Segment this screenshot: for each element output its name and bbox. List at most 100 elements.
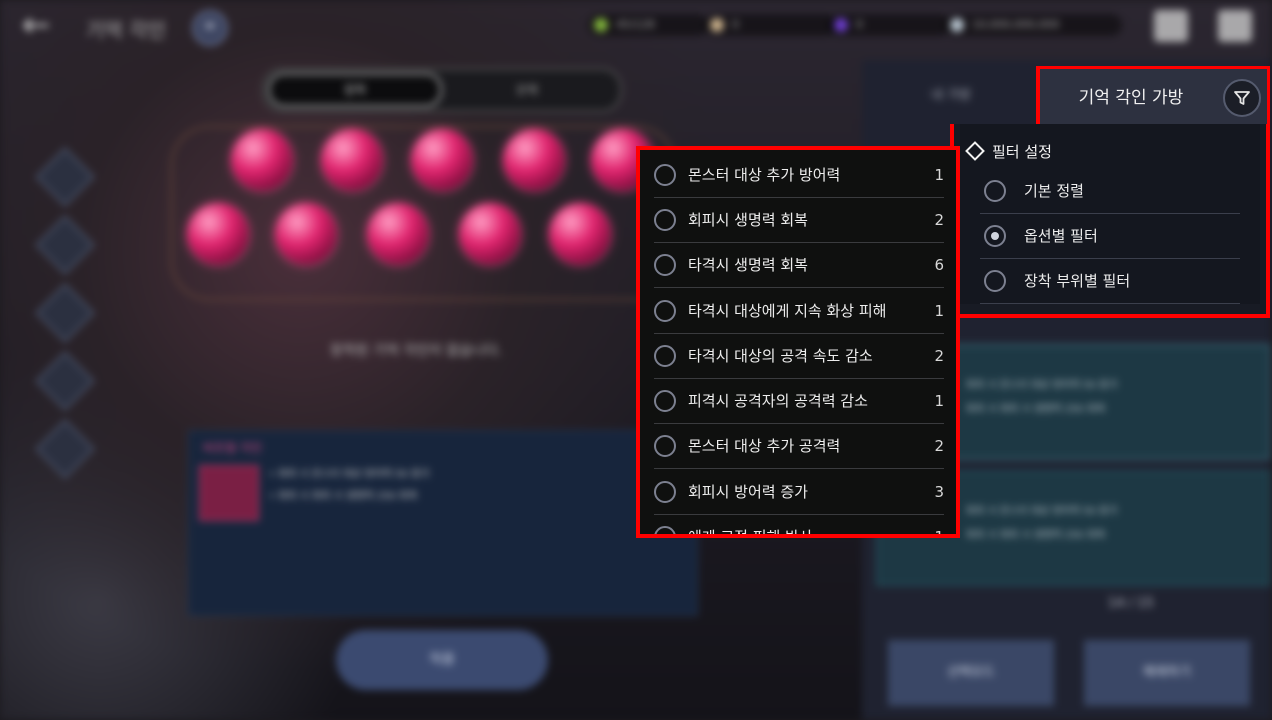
option-label: 타격시 대상의 공격 속도 감소	[688, 347, 873, 365]
radio-icon	[654, 344, 676, 367]
option-item[interactable]: 피격시 공격자의 공격력 감소 1	[654, 378, 944, 424]
option-count: 3	[934, 482, 944, 501]
preset-slot[interactable]	[35, 283, 95, 343]
engrave-slot[interactable]	[276, 204, 336, 264]
option-item[interactable]: 몬스터 대상 추가 방어력 1	[654, 152, 944, 198]
option-label: 몬스터 대상 추가 공격력	[688, 437, 841, 455]
tab-engrave-bag[interactable]: 기억 각인 가방	[1040, 66, 1270, 124]
radio-icon	[654, 253, 676, 276]
option-label: 회피시 생명력 회복	[688, 211, 808, 229]
resource-stamina: 45/128	[588, 14, 708, 36]
info-title: 버프형 각인	[203, 441, 263, 455]
option-item[interactable]: 회피시 생명력 회복 2	[654, 197, 944, 243]
option-item[interactable]: 에게 고정 피해 반사 1	[654, 514, 944, 538]
option-count: 1	[934, 165, 944, 184]
option-label: 타격시 대상에게 지속 화상 피해	[688, 302, 887, 320]
radio-icon	[984, 269, 1006, 292]
engrave-info-box: 버프형 각인 • 회피 시 몬스터 대상 방어력 50 증가 • 회피 시 회피…	[188, 430, 698, 616]
option-item[interactable]: 회피시 방어력 증가 3	[654, 469, 944, 515]
engrave-slot[interactable]	[232, 130, 292, 190]
preset-slot[interactable]	[35, 351, 95, 411]
filter-settings-title: 필터 설정	[992, 142, 1052, 161]
filter-option-label: 장착 부위별 필터	[1024, 272, 1131, 290]
radio-icon	[984, 179, 1006, 202]
tab-my-bag[interactable]: 내 가방	[866, 70, 1036, 122]
radio-icon	[654, 480, 676, 503]
option-item[interactable]: 몬스터 대상 추가 공격력 2	[654, 423, 944, 469]
filter-settings-panel: 필터 설정 기본 정렬 옵션별 필터 장착 부위별 필터	[960, 124, 1260, 304]
preset-slot[interactable]	[35, 147, 95, 207]
option-label: 타격시 생명력 회복	[688, 256, 808, 274]
option-label: 몬스터 대상 추가 방어력	[688, 166, 841, 184]
gem-icon	[834, 18, 848, 32]
engrave-slot[interactable]	[550, 204, 610, 264]
card-line: 회피 시 회피 시 생명력 250 회복	[966, 530, 1106, 541]
radio-icon	[654, 163, 676, 186]
tab-disassemble[interactable]: 분해	[442, 73, 612, 107]
release-button[interactable]: 해제하기	[1084, 640, 1250, 706]
radio-icon	[654, 434, 676, 457]
filter-option-by-slot[interactable]: 장착 부위별 필터	[980, 258, 1240, 304]
option-label: 에게 고정 피해 반사	[688, 528, 813, 538]
option-label: 피격시 공격자의 공격력 감소	[688, 392, 868, 410]
filter-option-label: 옵션별 필터	[1024, 227, 1098, 245]
option-count: 1	[934, 527, 944, 538]
preset-slot[interactable]	[35, 419, 95, 479]
radio-selected-icon	[984, 224, 1006, 247]
page-title: 기억 각인	[86, 18, 166, 42]
select-mode-button[interactable]: 선택모드	[888, 640, 1054, 706]
radio-icon	[654, 389, 676, 412]
filter-option-by-option[interactable]: 옵션별 필터	[980, 213, 1240, 259]
info-line: • 회피 시 회피 시 생명력 250 회복	[269, 491, 418, 502]
radio-icon	[654, 299, 676, 322]
engrave-slot[interactable]	[188, 204, 248, 264]
option-filter-list[interactable]: 몬스터 대상 추가 방어력 1 회피시 생명력 회복 2 타격시 생명력 회복 …	[636, 146, 960, 538]
option-count: 2	[934, 346, 944, 365]
radio-icon	[654, 208, 676, 231]
stamina-icon	[594, 18, 608, 32]
radio-icon	[654, 525, 676, 534]
material-icon	[710, 18, 724, 32]
engrave-slot[interactable]	[412, 130, 472, 190]
funnel-icon	[1234, 91, 1250, 105]
tab-switch: 장착 분해	[262, 68, 622, 112]
engrave-slot[interactable]	[322, 130, 382, 190]
option-item[interactable]: 타격시 생명력 회복 6	[654, 242, 944, 288]
inventory-icon[interactable]	[1154, 10, 1188, 42]
option-count: 2	[934, 210, 944, 229]
coin-icon	[950, 18, 964, 32]
filter-settings-header: 필터 설정	[965, 140, 1052, 162]
option-count: 6	[934, 255, 944, 274]
resource-material: 0	[704, 14, 836, 36]
apply-button[interactable]: 적용	[336, 630, 548, 690]
card-line: 회피 시 회피 시 생명력 250 회복	[966, 404, 1106, 415]
engrave-thumbnail	[199, 465, 259, 521]
option-item[interactable]: 타격시 대상의 공격 속도 감소 2	[654, 333, 944, 379]
engrave-slot[interactable]	[504, 130, 564, 190]
option-item[interactable]: 타격시 대상에게 지속 화상 피해 1	[654, 288, 944, 334]
preset-slot[interactable]	[35, 215, 95, 275]
info-line: • 회피 시 몬스터 대상 방어력 50 증가	[269, 469, 430, 480]
card-line: 회피 시 몬스터 대상 방어력 50 증가	[966, 380, 1118, 391]
card-line: 회피 시 몬스터 대상 방어력 50 증가	[966, 506, 1118, 517]
option-count: 1	[934, 391, 944, 410]
option-count: 1	[934, 301, 944, 320]
filter-option-default[interactable]: 기본 정렬	[980, 168, 1240, 214]
engrave-slot[interactable]	[368, 204, 428, 264]
exit-icon[interactable]	[1218, 10, 1252, 42]
empty-message: 장착된 기억 각인이 없습니다.	[330, 343, 503, 359]
tab-equip[interactable]: 장착	[268, 73, 442, 107]
title-badge: M	[192, 10, 228, 46]
resource-gem: 0	[828, 14, 950, 36]
tab-engrave-bag-label: 기억 각인 가방	[1078, 88, 1184, 108]
diamond-icon	[965, 141, 985, 161]
filter-settings-dropdown: 필터 설정 기본 정렬 옵션별 필터 장착 부위별 필터	[950, 66, 1270, 318]
preset-column	[35, 147, 95, 479]
resource-currency: 10,000,000,000	[944, 14, 1122, 36]
filter-option-label: 기본 정렬	[1024, 182, 1084, 200]
back-arrow-icon[interactable]: ←	[22, 8, 62, 42]
option-label: 회피시 방어력 증가	[688, 483, 808, 501]
filter-button[interactable]	[1223, 79, 1261, 117]
engrave-slot[interactable]	[460, 204, 520, 264]
bag-count: 14 / 15	[1108, 596, 1154, 611]
